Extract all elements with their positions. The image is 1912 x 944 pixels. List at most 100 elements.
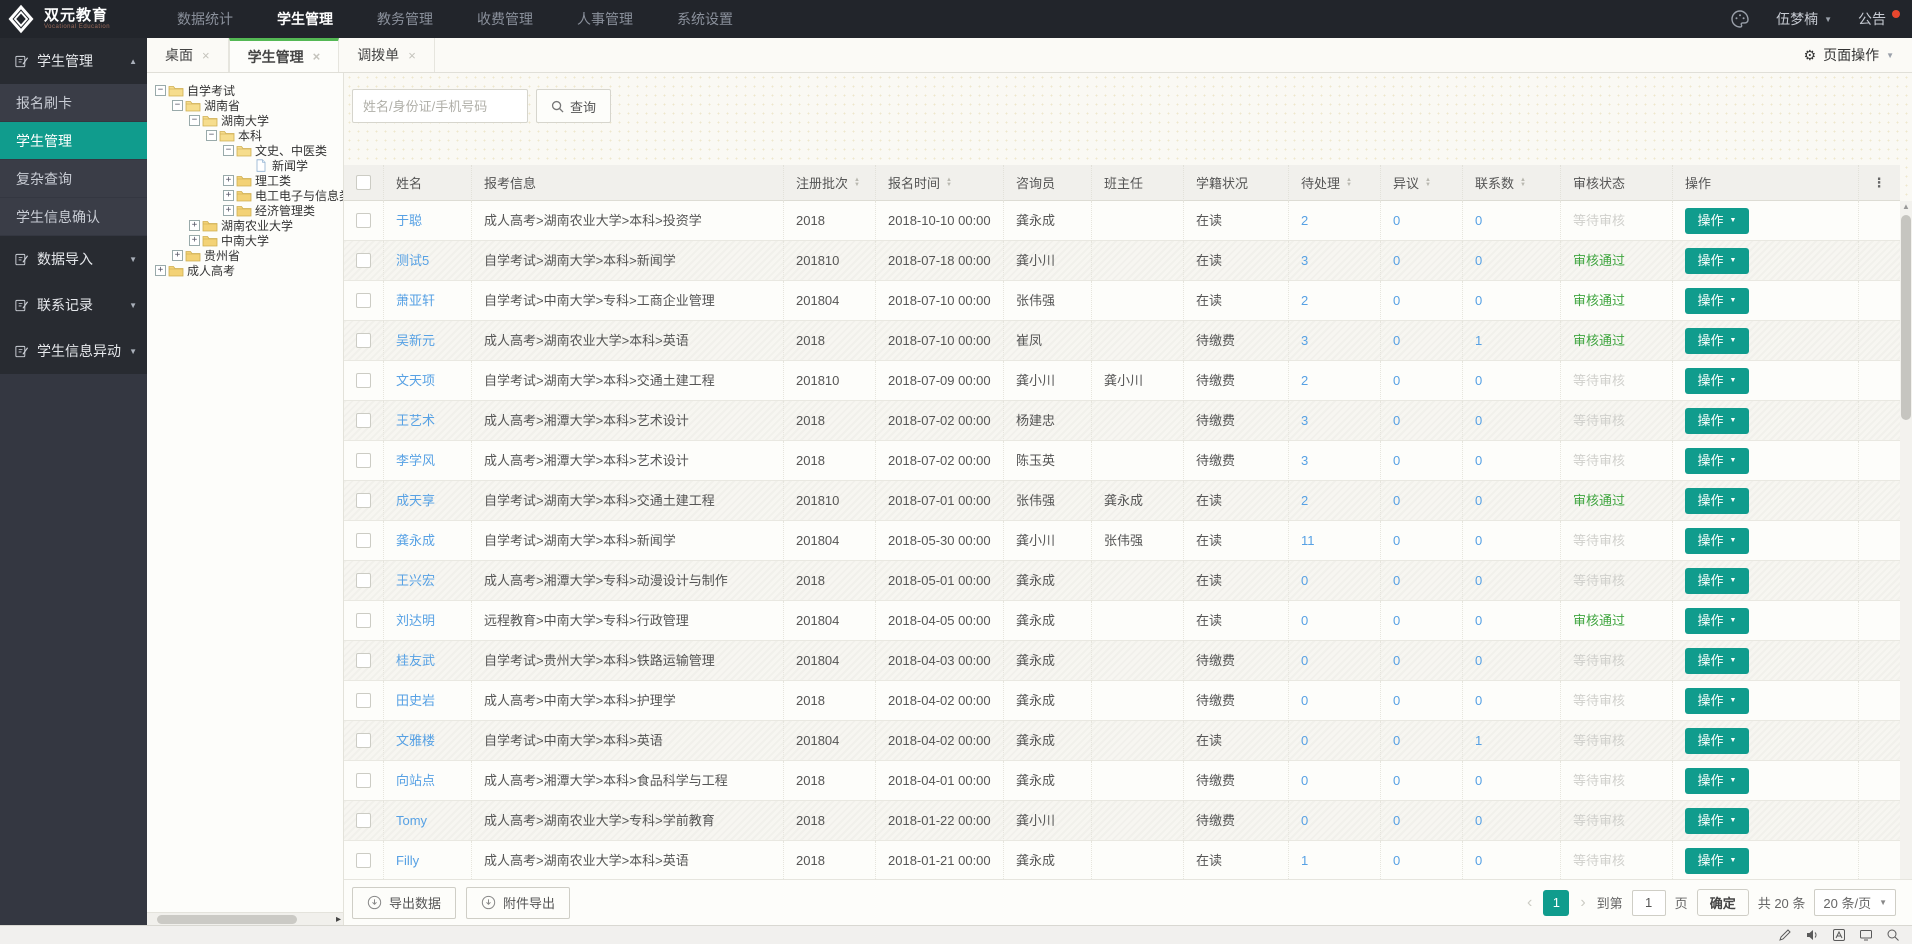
search-icon[interactable] [1886,928,1900,942]
pending-count-link[interactable]: 3 [1289,321,1381,361]
pending-count-link[interactable]: 0 [1289,561,1381,601]
tree-node[interactable]: +成人高考 [153,263,343,278]
pending-count-link[interactable]: 1 [1289,841,1381,880]
dispute-count-link[interactable]: 0 [1381,441,1463,481]
prev-page-icon[interactable]: ‹ [1525,894,1534,912]
student-name-link[interactable]: 测试5 [384,241,472,281]
row-action-button[interactable]: 操作▼ [1685,328,1749,354]
tree-node[interactable]: −本科 [153,128,343,143]
tree-node[interactable]: −自学考试 [153,83,343,98]
collapse-node-icon[interactable]: − [189,115,200,126]
row-checkbox[interactable] [356,773,371,788]
student-name-link[interactable]: 桂友武 [384,641,472,681]
contact-count-link[interactable]: 0 [1463,281,1561,321]
tree-node[interactable]: +贵州省 [153,248,343,263]
sidebar-group-student-change-group[interactable]: 学生信息异动▼ [0,328,147,374]
student-name-link[interactable]: 萧亚轩 [384,281,472,321]
sidebar-item-student-info-confirm[interactable]: 学生信息确认 [0,198,147,236]
confirm-page-button[interactable]: 确定 [1697,889,1749,916]
row-checkbox[interactable] [356,693,371,708]
row-action-button[interactable]: 操作▼ [1685,808,1749,834]
ime-icon[interactable] [1832,928,1846,942]
scrollbar-thumb[interactable] [157,915,297,924]
dispute-count-link[interactable]: 0 [1381,841,1463,880]
expand-node-icon[interactable]: + [223,205,234,216]
student-name-link[interactable]: Filly [384,841,472,880]
student-name-link[interactable]: 刘达明 [384,601,472,641]
tree-node[interactable]: +理工类 [153,173,343,188]
expand-node-icon[interactable]: + [223,190,234,201]
pending-count-link[interactable]: 2 [1289,201,1381,241]
row-action-button[interactable]: 操作▼ [1685,688,1749,714]
row-checkbox[interactable] [356,293,371,308]
row-action-button[interactable]: 操作▼ [1685,208,1749,234]
row-checkbox[interactable] [356,453,371,468]
contact-count-link[interactable]: 0 [1463,601,1561,641]
next-page-icon[interactable]: › [1578,894,1587,912]
dispute-count-link[interactable]: 0 [1381,641,1463,681]
pending-count-link[interactable]: 0 [1289,601,1381,641]
contact-count-link[interactable]: 0 [1463,201,1561,241]
row-action-button[interactable]: 操作▼ [1685,368,1749,394]
sidebar-group-data-import-group[interactable]: 数据导入▼ [0,236,147,282]
dispute-count-link[interactable]: 0 [1381,241,1463,281]
close-icon[interactable]: × [408,48,416,63]
sidebar-group-student-mgmt-group[interactable]: 学生管理▲ [0,38,147,84]
dispute-count-link[interactable]: 0 [1381,401,1463,441]
dispute-count-link[interactable]: 0 [1381,201,1463,241]
student-name-link[interactable]: 成天享 [384,481,472,521]
scroll-right-arrow-icon[interactable]: ▸ [336,913,341,925]
sort-icon[interactable]: ▲▼ [1520,178,1526,188]
dispute-count-link[interactable]: 0 [1381,721,1463,761]
collapse-node-icon[interactable]: − [155,85,166,96]
contact-count-link[interactable]: 0 [1463,841,1561,880]
contact-count-link[interactable]: 0 [1463,641,1561,681]
contact-count-link[interactable]: 0 [1463,481,1561,521]
search-button[interactable]: 查询 [536,89,611,123]
expand-node-icon[interactable]: + [223,175,234,186]
nav-item-data-stats[interactable]: 数据统计 [155,0,255,38]
row-checkbox[interactable] [356,813,371,828]
row-checkbox[interactable] [356,253,371,268]
row-action-button[interactable]: 操作▼ [1685,448,1749,474]
expand-node-icon[interactable]: + [189,220,200,231]
student-name-link[interactable]: 龚永成 [384,521,472,561]
row-action-button[interactable]: 操作▼ [1685,488,1749,514]
dispute-count-link[interactable]: 0 [1381,681,1463,721]
row-checkbox[interactable] [356,213,371,228]
pending-count-link[interactable]: 0 [1289,681,1381,721]
row-checkbox[interactable] [356,533,371,548]
pending-count-link[interactable]: 0 [1289,641,1381,681]
contact-count-link[interactable]: 0 [1463,361,1561,401]
student-name-link[interactable]: 于聪 [384,201,472,241]
row-checkbox[interactable] [356,493,371,508]
scroll-up-arrow-icon[interactable]: ▲ [1900,202,1912,211]
pending-count-link[interactable]: 2 [1289,481,1381,521]
row-checkbox[interactable] [356,653,371,668]
student-name-link[interactable]: 吴新元 [384,321,472,361]
sort-icon[interactable]: ▲▼ [854,178,860,188]
row-action-button[interactable]: 操作▼ [1685,768,1749,794]
nav-item-fee-mgmt[interactable]: 收费管理 [455,0,555,38]
goto-page-input[interactable] [1632,890,1666,916]
contact-count-link[interactable]: 0 [1463,401,1561,441]
pending-count-link[interactable]: 0 [1289,801,1381,841]
table-vertical-scrollbar[interactable]: ▲ [1900,201,1912,879]
row-checkbox[interactable] [356,573,371,588]
nav-item-academic-mgmt[interactable]: 教务管理 [355,0,455,38]
sidebar-item-signup-card[interactable]: 报名刷卡 [0,84,147,122]
dispute-count-link[interactable]: 0 [1381,801,1463,841]
dispute-count-link[interactable]: 0 [1381,601,1463,641]
student-name-link[interactable]: 文雅楼 [384,721,472,761]
student-name-link[interactable]: 文天项 [384,361,472,401]
select-all-checkbox[interactable] [356,175,371,190]
column-settings-icon[interactable]: ⋮ [1859,165,1899,201]
page-number-button[interactable]: 1 [1543,890,1569,916]
contact-count-link[interactable]: 0 [1463,761,1561,801]
sidebar-item-student-mgmt[interactable]: 学生管理 [0,122,147,160]
dispute-count-link[interactable]: 0 [1381,521,1463,561]
search-input[interactable] [352,89,528,123]
theme-palette-icon[interactable] [1730,9,1750,29]
tree-node[interactable]: −湖南省 [153,98,343,113]
notice-link[interactable]: 公告 [1858,9,1898,29]
